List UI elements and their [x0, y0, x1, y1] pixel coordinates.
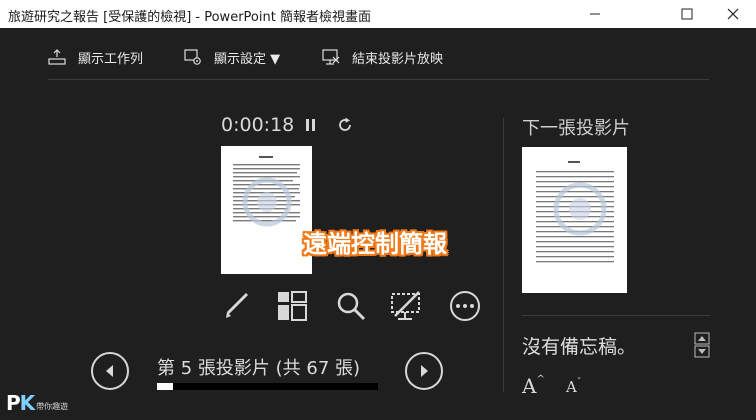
next-slide-label: 下一張投影片 — [522, 118, 630, 139]
show-taskbar-button[interactable]: 顯示工作列 — [48, 46, 143, 68]
notes-scroll-buttons[interactable] — [694, 332, 710, 358]
more-options-icon — [450, 291, 480, 321]
current-slide-content — [233, 156, 300, 227]
current-slide[interactable] — [221, 146, 312, 274]
slide-progress-fill — [157, 383, 174, 390]
display-settings-icon — [184, 49, 201, 65]
minimize-icon — [590, 13, 600, 15]
title-bar: 旅遊研究之報告 [受保護的檢視] - PowerPoint 簡報者檢視畫面 — [0, 0, 756, 28]
caret-down-icon: ˇ — [576, 378, 582, 388]
pen-icon — [226, 292, 249, 318]
restart-timer-button[interactable] — [336, 116, 354, 134]
close-icon — [727, 8, 739, 20]
slide-progress-bar — [157, 383, 378, 390]
remote-control-overlay-text: 遠端控制簡報 — [303, 230, 447, 258]
restart-icon — [339, 117, 351, 131]
slides-grid-icon — [278, 291, 307, 321]
black-screen-icon — [391, 291, 420, 320]
minimize-button[interactable] — [572, 0, 618, 28]
elapsed-timer: 0:00:18 — [221, 114, 295, 136]
decrease-font-button[interactable]: Aˇ — [566, 378, 581, 396]
see-all-slides-button[interactable] — [274, 288, 310, 324]
pause-icon — [306, 119, 315, 131]
panel-divider — [503, 118, 504, 392]
show-taskbar-label: 顯示工作列 — [78, 51, 144, 67]
chevron-left-icon — [106, 365, 113, 377]
end-slideshow-icon — [322, 49, 340, 65]
caret-up-icon: ^ — [536, 374, 545, 385]
maximize-icon — [681, 8, 693, 20]
brand-logo: PK — [6, 391, 35, 415]
pen-tool-button[interactable] — [219, 288, 255, 324]
increase-font-label: A — [522, 374, 537, 398]
next-slide-content — [536, 161, 614, 263]
increase-font-button[interactable]: A^ — [522, 374, 545, 398]
slide-counter: 第 5 張投影片 (共 67 張) — [157, 358, 361, 379]
maximize-button[interactable] — [664, 0, 710, 28]
end-slideshow-button[interactable]: 結束投影片放映 — [322, 46, 443, 68]
black-screen-button[interactable] — [388, 288, 424, 324]
display-settings-label: 顯示設定 ▼ — [214, 51, 281, 67]
previous-slide-button[interactable] — [91, 352, 129, 390]
toolbar-divider — [48, 79, 709, 80]
chevron-right-icon — [421, 365, 428, 377]
speaker-notes: 沒有備忘稿。 — [522, 336, 637, 358]
taskbar-icon — [48, 49, 66, 65]
next-slide-button[interactable] — [405, 352, 443, 390]
zoom-button[interactable] — [333, 288, 369, 324]
notes-divider — [522, 315, 710, 316]
pause-timer-button[interactable] — [304, 117, 318, 133]
end-slideshow-label: 結束投影片放映 — [352, 51, 444, 67]
scroll-arrows-icon — [694, 332, 710, 358]
more-options-button[interactable] — [447, 288, 483, 324]
magnifier-icon — [337, 292, 366, 321]
display-settings-button[interactable]: 顯示設定 ▼ — [184, 46, 280, 68]
brand-tagline: 帶你趣遊 — [36, 401, 69, 411]
close-button[interactable] — [710, 0, 756, 28]
brand-watermark: PK 帶你趣遊 — [6, 391, 68, 415]
window-title: 旅遊研究之報告 [受保護的檢視] - PowerPoint 簡報者檢視畫面 — [8, 10, 371, 25]
decrease-font-label: A — [566, 378, 577, 396]
next-slide-preview[interactable] — [522, 147, 627, 293]
